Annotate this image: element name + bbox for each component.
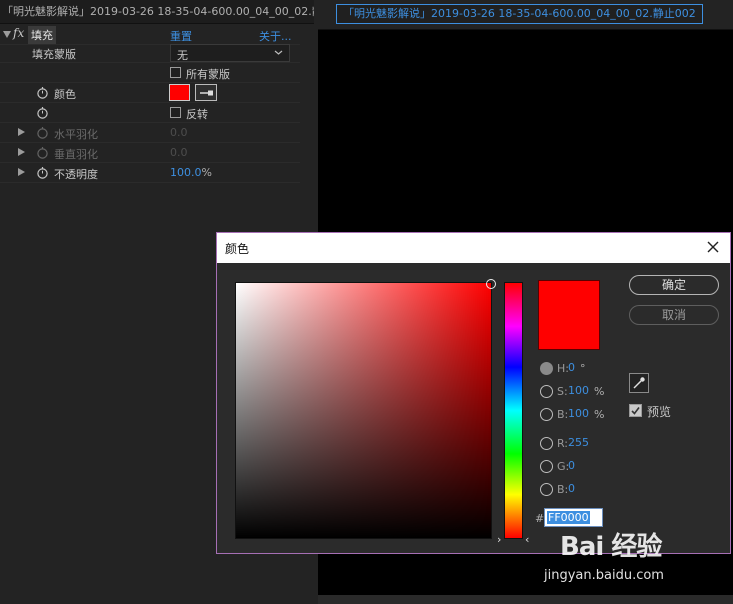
red-label: R: [557, 437, 569, 450]
composition-tab[interactable]: 「明光魅影解说」2019-03-26 18-35-04-600.00_04_00… [336, 4, 703, 24]
vertical-feather-label: 垂直羽化 [54, 148, 98, 161]
collapse-triangle-icon[interactable] [3, 31, 11, 38]
stopwatch-icon[interactable] [36, 86, 49, 99]
all-masks-row: 所有蒙版 [0, 63, 300, 83]
hue-field: H: 0 ° [540, 360, 640, 376]
color-picker-dialog: 颜色 › ‹ H: 0 ° S: 100 % B: 100 % R: 255 G… [216, 232, 731, 554]
ok-button[interactable]: 确定 [629, 275, 719, 295]
green-value[interactable]: 0 [568, 459, 575, 472]
twirl-triangle-icon[interactable] [18, 168, 25, 176]
preview-label: 预览 [647, 405, 672, 419]
opacity-number: 100.0 [170, 166, 202, 179]
hue-radio[interactable] [540, 362, 553, 375]
fill-mask-value: 无 [177, 49, 188, 62]
effect-name[interactable]: 填充 [28, 26, 56, 44]
opacity-label: 不透明度 [54, 168, 98, 181]
horizontal-feather-label: 水平羽化 [54, 128, 98, 141]
saturation-radio[interactable] [540, 385, 553, 398]
hue-slider-left-arrow[interactable]: › [497, 533, 501, 546]
composition-footer-toolbar [318, 595, 733, 604]
fx-toggle[interactable]: fx [13, 26, 24, 40]
horizontal-feather-row: 水平羽化 0.0 [0, 123, 300, 143]
color-swatch[interactable] [169, 84, 190, 101]
vertical-feather-value: 0.0 [170, 146, 188, 159]
stopwatch-icon [36, 146, 49, 159]
hex-input[interactable]: FF0000 [544, 508, 603, 527]
stopwatch-icon[interactable] [36, 166, 49, 179]
horizontal-feather-value: 0.0 [170, 126, 188, 139]
opacity-unit: % [201, 166, 212, 179]
opacity-row: 不透明度 100.0% [0, 163, 300, 183]
color-row: 颜色 [0, 83, 300, 103]
close-icon[interactable] [704, 238, 722, 256]
brightness-radio[interactable] [540, 408, 553, 421]
twirl-triangle-icon[interactable] [18, 128, 25, 136]
preview-checkbox[interactable] [629, 404, 642, 417]
all-masks-label: 所有蒙版 [186, 68, 230, 81]
blue-field: B: 0 [540, 481, 640, 497]
invert-checkbox[interactable] [170, 107, 181, 118]
saturation-label: S: [557, 385, 568, 398]
fill-mask-label: 填充蒙版 [32, 48, 76, 61]
hue-unit: ° [580, 362, 586, 375]
red-radio[interactable] [540, 437, 553, 450]
fill-mask-dropdown[interactable]: 无 [170, 44, 290, 62]
blue-radio[interactable] [540, 483, 553, 496]
invert-label: 反转 [186, 108, 208, 121]
red-field: R: 255 [540, 435, 640, 451]
invert-row: 反转 [0, 103, 300, 123]
eyedropper-icon[interactable] [195, 84, 217, 101]
composition-tab-bar: 「明光魅影解说」2019-03-26 18-35-04-600.00_04_00… [318, 0, 733, 30]
brightness-value[interactable]: 100 [568, 407, 589, 420]
eyedropper-icon[interactable] [629, 373, 649, 393]
green-radio[interactable] [540, 460, 553, 473]
brightness-field: B: 100 % [540, 406, 640, 422]
hue-slider-right-arrow[interactable]: ‹ [525, 533, 529, 546]
effect-controls-header: 「明光魅影解说」2019-03-26 18-35-04-600.00_04_00… [0, 0, 314, 24]
new-color-swatch [538, 280, 600, 350]
all-masks-checkbox[interactable] [170, 67, 181, 78]
color-field-cursor[interactable] [486, 279, 496, 289]
fill-mask-row: 填充蒙版 无 [0, 43, 300, 63]
saturation-brightness-field[interactable] [235, 282, 492, 539]
cancel-button[interactable]: 取消 [629, 305, 719, 325]
hue-value[interactable]: 0 [568, 361, 575, 374]
saturation-value[interactable]: 100 [568, 384, 589, 397]
red-value[interactable]: 255 [568, 436, 589, 449]
stopwatch-icon[interactable] [36, 106, 49, 119]
hue-slider[interactable] [504, 282, 523, 539]
reset-link[interactable]: 重置 [170, 28, 192, 44]
blue-value[interactable]: 0 [568, 482, 575, 495]
dialog-titlebar[interactable]: 颜色 [217, 233, 730, 263]
about-link[interactable]: 关于... [259, 28, 292, 44]
dropdown-chevron-icon [274, 47, 283, 60]
dialog-title: 颜色 [225, 242, 250, 256]
hex-value: FF0000 [547, 511, 590, 524]
effect-row-fill: fx 填充 重置 关于... [0, 25, 300, 45]
vertical-feather-row: 垂直羽化 0.0 [0, 143, 300, 163]
green-field: G: 0 [540, 458, 640, 474]
twirl-triangle-icon[interactable] [18, 148, 25, 156]
saturation-unit: % [594, 385, 605, 398]
saturation-field: S: 100 % [540, 383, 640, 399]
brightness-label: B: [557, 408, 569, 421]
stopwatch-icon [36, 126, 49, 139]
blue-label: B: [557, 483, 569, 496]
hex-prefix: # [535, 512, 545, 525]
color-label: 颜色 [54, 88, 76, 101]
opacity-value[interactable]: 100.0% [170, 166, 212, 179]
brightness-unit: % [594, 408, 605, 421]
